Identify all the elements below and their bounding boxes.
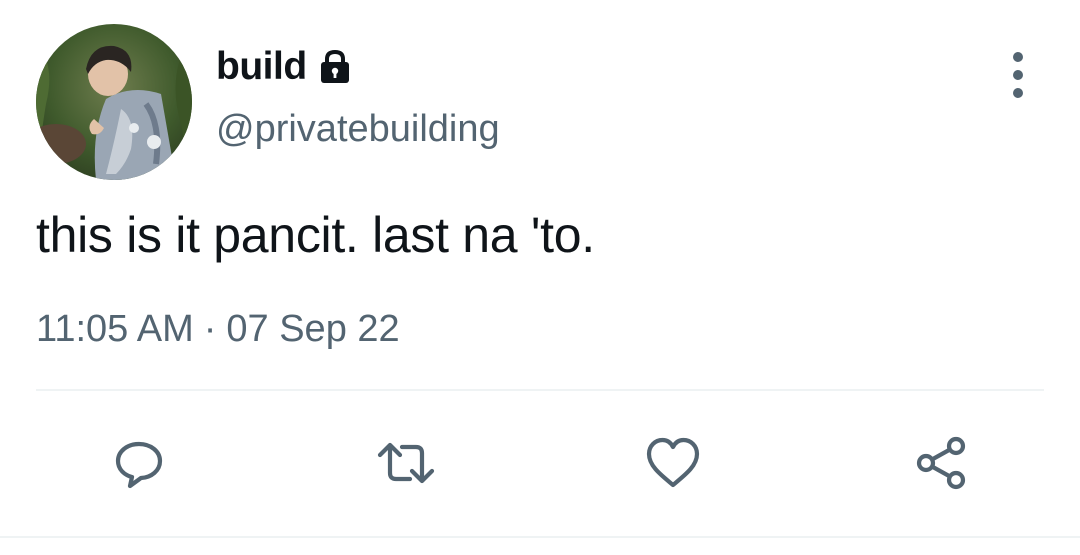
tweet-date[interactable]: 07 Sep 22 <box>226 308 399 351</box>
tweet-time[interactable]: 11:05 AM <box>36 308 194 351</box>
more-dot <box>1013 88 1023 98</box>
share-icon <box>916 436 966 490</box>
retweet-button[interactable] <box>375 432 437 494</box>
share-button[interactable] <box>910 432 972 494</box>
tweet-card: build @privatebuilding this is it pancit… <box>0 0 1080 555</box>
divider <box>36 389 1044 391</box>
more-dot <box>1013 70 1023 80</box>
lock-icon <box>315 47 355 87</box>
heart-icon <box>646 437 700 488</box>
more-dot <box>1013 52 1023 62</box>
display-name[interactable]: build <box>216 45 307 89</box>
author-handle[interactable]: @privatebuilding <box>216 108 500 151</box>
retweet-icon <box>377 442 435 484</box>
author-name-row: build <box>216 42 355 92</box>
timestamp: 11:05 AM · 07 Sep 22 <box>36 308 400 351</box>
reply-button[interactable] <box>108 432 170 494</box>
bottom-divider <box>0 536 1080 538</box>
tweet-text: this is it pancit. last na 'to. <box>36 207 595 263</box>
avatar[interactable] <box>36 24 192 180</box>
more-vertical-icon[interactable] <box>998 52 1038 98</box>
timestamp-separator: · <box>203 308 217 350</box>
like-button[interactable] <box>642 432 704 494</box>
avatar-photo <box>36 24 192 180</box>
reply-icon <box>115 441 163 489</box>
